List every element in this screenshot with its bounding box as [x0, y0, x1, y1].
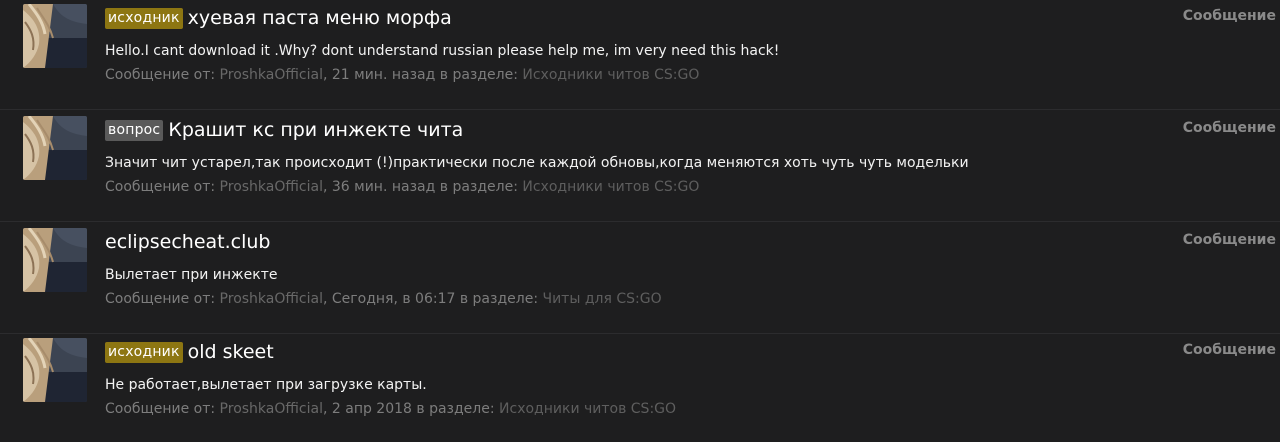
result-snippet: Значит чит устарел,так происходит (!)пра…: [105, 155, 969, 171]
meta-prefix: Сообщение от:: [105, 291, 220, 307]
result-title-line[interactable]: исходник хуевая паста меню морфа: [105, 4, 452, 32]
avatar[interactable]: [23, 228, 87, 292]
result-title[interactable]: Крашит кс при инжекте чита: [168, 119, 463, 141]
result-snippet: Hello.I cant download it .Why? dont unde…: [105, 43, 780, 59]
search-result-item: вопрос Крашит кс при инжекте чита Значит…: [0, 112, 1280, 222]
author-link[interactable]: ProshkaOfficial: [220, 291, 323, 307]
meta-prefix: Сообщение от:: [105, 179, 220, 195]
result-type-label: Сообщение: [1182, 342, 1276, 358]
result-type-label: Сообщение: [1182, 8, 1276, 24]
avatar[interactable]: [23, 4, 87, 68]
prefix-badge[interactable]: исходник: [105, 7, 183, 29]
author-link[interactable]: ProshkaOfficial: [220, 179, 323, 195]
search-result-item: исходник хуевая паста меню морфа Hello.I…: [0, 0, 1280, 110]
result-meta: Сообщение от: ProshkaOfficial, 2 апр 201…: [105, 401, 676, 417]
forum-link[interactable]: Исходники читов CS:GO: [522, 179, 699, 195]
result-meta: Сообщение от: ProshkaOfficial, 21 мин. н…: [105, 67, 699, 83]
search-results-list: исходник хуевая паста меню морфа Hello.I…: [0, 0, 1280, 442]
meta-time: , 36 мин. назад в разделе:: [322, 179, 523, 195]
result-type-label: Сообщение: [1182, 120, 1276, 136]
meta-prefix: Сообщение от:: [105, 67, 220, 83]
meta-prefix: Сообщение от:: [105, 401, 220, 417]
result-snippet: Не работает,вылетает при загрузке карты.: [105, 377, 427, 393]
result-title-line[interactable]: eclipsecheat.club: [105, 228, 270, 256]
search-result-item: исходник old skeet Не работает,вылетает …: [0, 334, 1280, 442]
result-title[interactable]: хуевая паста меню морфа: [188, 7, 452, 29]
result-meta: Сообщение от: ProshkaOfficial, Сегодня, …: [105, 291, 662, 307]
meta-time: , 2 апр 2018 в разделе:: [322, 401, 500, 417]
avatar[interactable]: [23, 338, 87, 402]
search-result-item: eclipsecheat.club Вылетает при инжекте С…: [0, 224, 1280, 334]
forum-link[interactable]: Читы для CS:GO: [542, 291, 661, 307]
forum-link[interactable]: Исходники читов CS:GO: [499, 401, 676, 417]
result-title-line[interactable]: исходник old skeet: [105, 338, 274, 366]
result-meta: Сообщение от: ProshkaOfficial, 36 мин. н…: [105, 179, 699, 195]
avatar[interactable]: [23, 116, 87, 180]
result-title-line[interactable]: вопрос Крашит кс при инжекте чита: [105, 116, 463, 144]
meta-time: , 21 мин. назад в разделе:: [322, 67, 523, 83]
result-snippet: Вылетает при инжекте: [105, 267, 278, 283]
prefix-badge[interactable]: вопрос: [105, 119, 164, 141]
author-link[interactable]: ProshkaOfficial: [220, 67, 323, 83]
author-link[interactable]: ProshkaOfficial: [220, 401, 323, 417]
forum-link[interactable]: Исходники читов CS:GO: [522, 67, 699, 83]
result-title[interactable]: old skeet: [188, 341, 274, 363]
result-type-label: Сообщение: [1182, 232, 1276, 248]
prefix-badge[interactable]: исходник: [105, 341, 183, 363]
meta-time: , Сегодня, в 06:17 в разделе:: [322, 291, 543, 307]
result-title[interactable]: eclipsecheat.club: [105, 231, 270, 253]
